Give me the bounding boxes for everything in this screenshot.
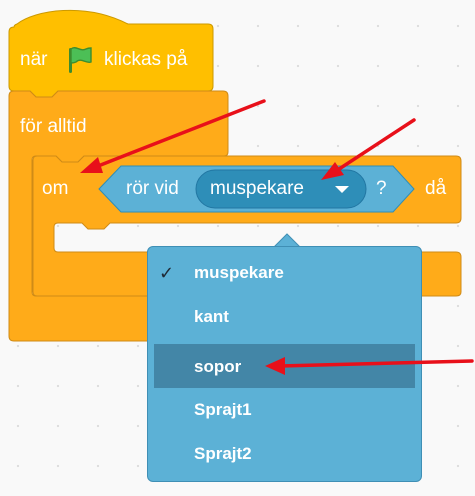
option-label: kant bbox=[194, 307, 229, 326]
checkmark-icon: ✓ bbox=[159, 263, 175, 284]
option-label: Sprajt1 bbox=[194, 400, 252, 419]
touching-question: ? bbox=[376, 178, 387, 199]
option-label: sopor bbox=[194, 357, 242, 376]
option-sopor[interactable]: sopor bbox=[154, 344, 415, 388]
option-kant[interactable]: kant bbox=[148, 294, 421, 338]
option-muspekare[interactable]: ✓ muspekare bbox=[148, 250, 421, 294]
option-sprajt1[interactable]: Sprajt1 bbox=[148, 387, 421, 431]
touching-label: rör vid bbox=[126, 178, 179, 199]
option-label: muspekare bbox=[194, 263, 284, 282]
hat-suffix-label: klickas på bbox=[104, 49, 188, 70]
if-label: om bbox=[42, 178, 69, 199]
touching-menu-value[interactable]: muspekare bbox=[210, 179, 304, 198]
then-label: då bbox=[425, 178, 447, 199]
forever-label: för alltid bbox=[20, 116, 87, 137]
hat-prefix-label: när bbox=[20, 49, 48, 70]
green-flag-icon bbox=[66, 44, 94, 79]
option-label: Sprajt2 bbox=[194, 444, 252, 463]
option-sprajt2[interactable]: Sprajt2 bbox=[148, 431, 421, 475]
sprite-dropdown-menu: ✓ muspekare kant sopor Sprajt1 Sprajt2 bbox=[147, 246, 422, 482]
